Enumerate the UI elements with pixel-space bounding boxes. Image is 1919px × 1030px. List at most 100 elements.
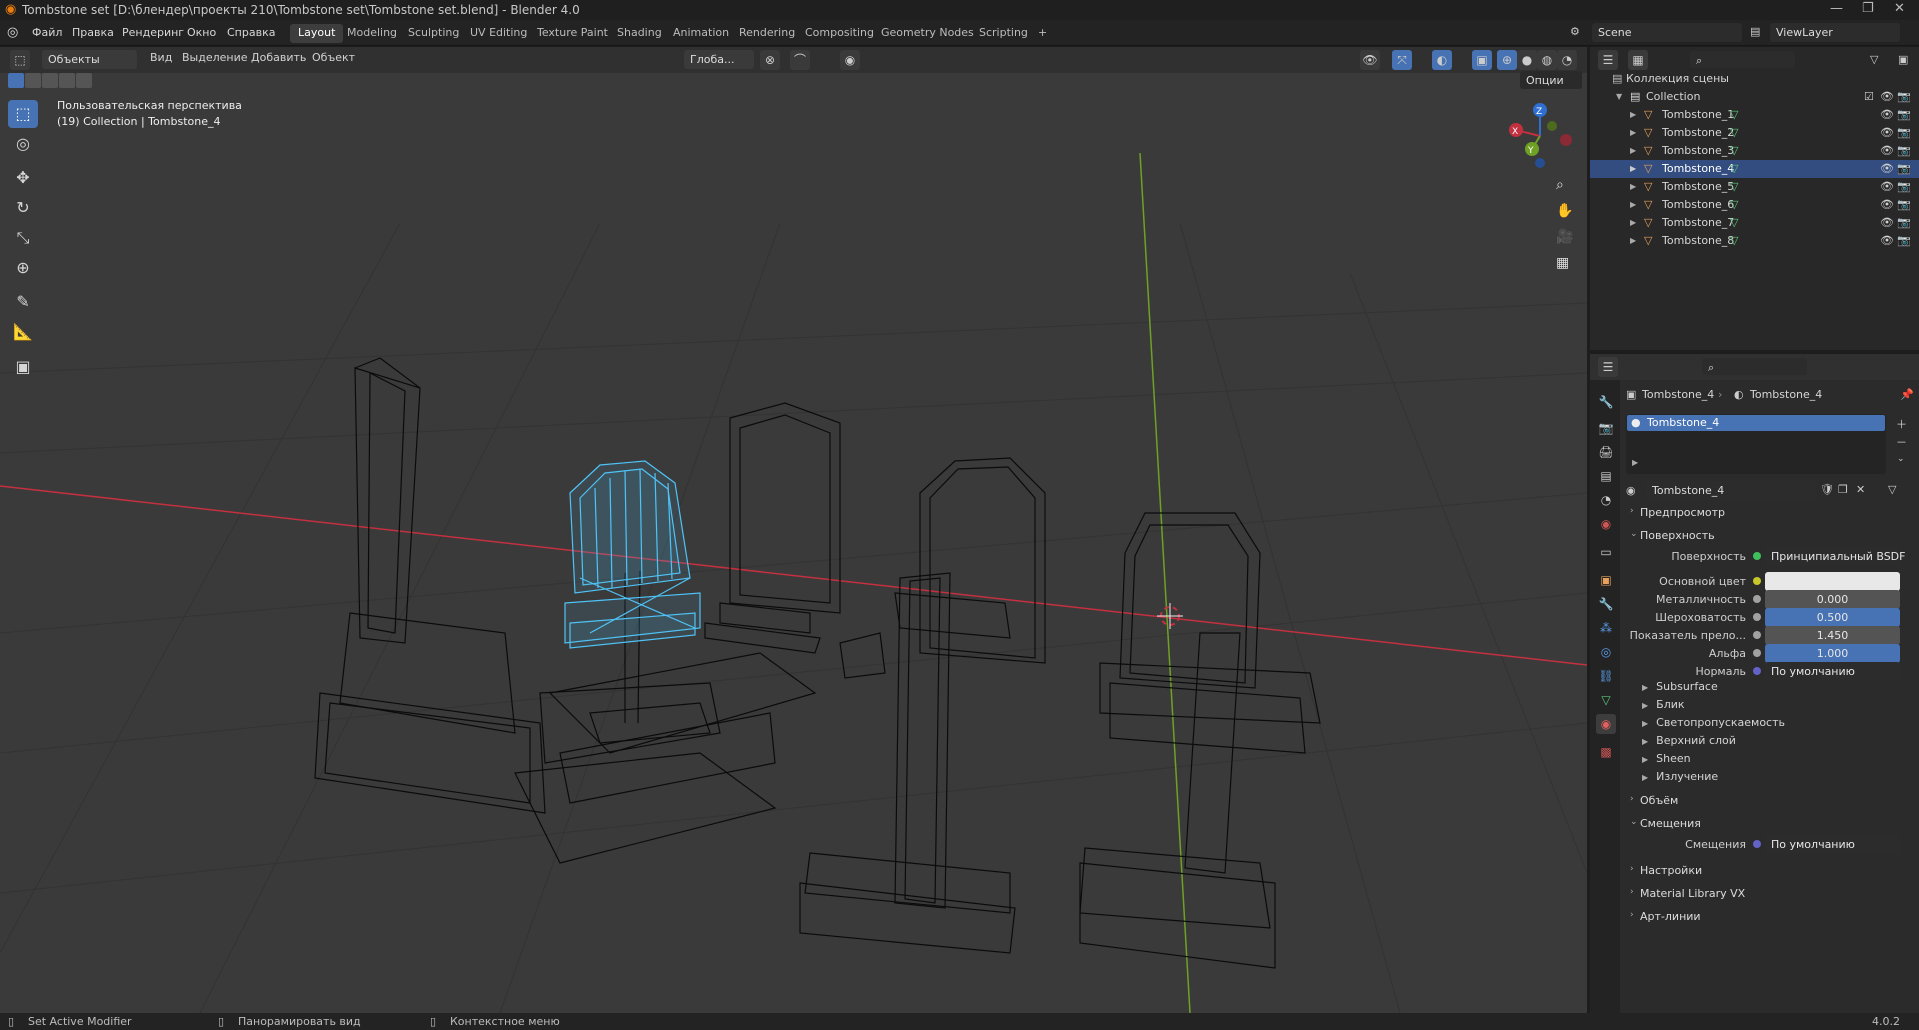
eye-icon[interactable]: 👁 — [1880, 216, 1894, 229]
zoom-icon[interactable]: ⌕ — [1556, 177, 1564, 193]
wireframe-shading-icon[interactable]: ⊕ — [1497, 50, 1517, 70]
selected-tombstone-4[interactable] — [564, 460, 701, 649]
material-browse-icon[interactable]: ◉ — [1626, 484, 1636, 497]
tab-rendering[interactable]: Rendering — [731, 24, 803, 43]
panel-displacement[interactable]: ⌄ Смещения — [1624, 813, 1910, 835]
tab-scripting[interactable]: Scripting — [971, 24, 1036, 43]
expand-chevron-icon[interactable]: ▶ — [1630, 182, 1636, 191]
visibility-icon[interactable]: 👁 — [1360, 50, 1380, 70]
outliner-display-mode-icon[interactable]: ▦ — [1628, 50, 1648, 70]
transform-tool-icon[interactable]: ⊕ — [8, 254, 38, 282]
tab-compositing[interactable]: Compositing — [797, 24, 882, 43]
add-cube-tool-icon[interactable]: ▣ — [8, 353, 38, 381]
proportional-edit-icon[interactable]: ◉ — [840, 50, 860, 70]
annotate-tool-icon[interactable]: ✎ — [8, 288, 38, 316]
menu-view[interactable]: Вид — [150, 51, 172, 69]
outliner-item-tombstone-4[interactable]: ▶ ▽ Tombstone_4 ▽ 👁 📷 — [1590, 160, 1919, 178]
metallic-slider[interactable]: 0.000 — [1765, 590, 1900, 609]
camera-render-icon[interactable]: 📷 — [1897, 144, 1911, 157]
outliner-collection[interactable]: ▼ ▤ Collection ☑ 👁 📷 — [1590, 88, 1919, 106]
outliner-item-tombstone-6[interactable]: ▶ ▽ Tombstone_6 ▽ 👁 📷 — [1590, 196, 1919, 214]
options-button[interactable]: Опции — [1520, 71, 1582, 89]
texture-tab-icon[interactable]: ▩ — [1596, 742, 1616, 762]
subpanel-specular[interactable]: ▶ Блик — [1642, 698, 1685, 716]
tab-geometry-nodes[interactable]: Geometry Nodes — [873, 24, 982, 43]
eye-icon[interactable]: 👁 — [1880, 90, 1894, 103]
menu-window[interactable]: Окно — [187, 26, 216, 39]
mode-selector[interactable]: Объекты — [42, 50, 137, 69]
camera-render-icon[interactable]: 📷 — [1897, 108, 1911, 121]
tab-sculpting[interactable]: Sculpting — [400, 24, 467, 43]
gizmo-toggle-icon[interactable]: ⤧ — [1392, 50, 1412, 70]
subpanel-coat[interactable]: ▶ Верхний слой — [1642, 734, 1736, 752]
xray-toggle-icon[interactable]: ▣ — [1472, 50, 1492, 70]
expand-chevron-icon[interactable]: ▶ — [1630, 110, 1636, 119]
expand-chevron-icon[interactable]: ▶ — [1630, 128, 1636, 137]
outliner-item-tombstone-3[interactable]: ▶ ▽ Tombstone_3 ▽ 👁 📷 — [1590, 142, 1919, 160]
modifier-tab-icon[interactable]: 🔧 — [1596, 594, 1616, 614]
eye-icon[interactable]: 👁 — [1880, 198, 1894, 211]
scale-tool-icon[interactable]: ⤡ — [8, 224, 38, 252]
menu-select[interactable]: Выделение — [182, 51, 248, 69]
3d-viewport[interactable]: Z X Y Пользовательская перспектива (19) … — [0, 73, 1587, 1013]
move-tool-icon[interactable]: ✥ — [8, 164, 38, 192]
navigation-gizmo[interactable]: Z X Y — [1509, 103, 1572, 168]
tab-layout[interactable]: Layout — [290, 24, 344, 43]
subpanel-transmission[interactable]: ▶ Светопропускаемость — [1642, 716, 1785, 734]
add-slot-icon[interactable]: ＋ — [1896, 416, 1907, 432]
pivot-icon[interactable]: ⊗ — [760, 50, 780, 70]
slot-menu-icon[interactable]: ⌄ — [1897, 454, 1905, 464]
transform-orientation-selector[interactable]: Глоба... — [684, 50, 754, 69]
rotate-tool-icon[interactable]: ↻ — [8, 194, 38, 222]
duplicate-material-icon[interactable]: ❐ — [1838, 483, 1848, 496]
outliner-item-tombstone-5[interactable]: ▶ ▽ Tombstone_5 ▽ 👁 📷 — [1590, 178, 1919, 196]
data-tab-icon[interactable]: ▽ — [1596, 690, 1616, 710]
subpanel-subsurface[interactable]: ▶ Subsurface — [1642, 680, 1718, 698]
material-name-field[interactable]: Tombstone_4 — [1646, 481, 1816, 500]
camera-render-icon[interactable]: 📷 — [1897, 162, 1911, 175]
collapse-chevron-icon[interactable]: ▼ — [1616, 92, 1622, 101]
select-invert-icon[interactable] — [59, 73, 75, 88]
close-icon[interactable]: ✕ — [1894, 1, 1905, 16]
solid-shading-icon[interactable]: ● — [1517, 50, 1537, 70]
physics-tab-icon[interactable]: ◎ — [1596, 642, 1616, 662]
editor-type-icon[interactable]: ⬚ — [10, 50, 30, 70]
measure-tool-icon[interactable]: 📐 — [8, 318, 38, 346]
base-color-swatch[interactable] — [1765, 572, 1900, 591]
panel-volume[interactable]: › Объём — [1624, 790, 1910, 812]
tab-animation[interactable]: Animation — [665, 24, 737, 43]
expand-chevron-icon[interactable]: ▶ — [1630, 200, 1636, 209]
expand-chevron-icon[interactable]: ▶ — [1630, 164, 1636, 173]
menu-help[interactable]: Справка — [227, 26, 275, 39]
camera-render-icon[interactable]: 📷 — [1897, 180, 1911, 193]
camera-render-icon[interactable]: 📷 — [1897, 198, 1911, 211]
expand-chevron-icon[interactable]: ▶ — [1630, 236, 1636, 245]
snap-icon[interactable]: ⌒ — [790, 50, 810, 70]
panel-lineart[interactable]: › Арт-линии — [1624, 906, 1910, 928]
menu-render[interactable]: Рендеринг — [122, 26, 184, 39]
eye-icon[interactable]: 👁 — [1880, 144, 1894, 157]
surface-shader-selector[interactable]: Принципиальный BSDF — [1765, 547, 1905, 566]
3d-cursor[interactable] — [1157, 603, 1183, 629]
tab-shading[interactable]: Shading — [609, 24, 670, 43]
material-shading-icon[interactable]: ◍ — [1537, 50, 1557, 70]
outliner-item-tombstone-8[interactable]: ▶ ▽ Tombstone_8 ▽ 👁 📷 — [1590, 232, 1919, 250]
outliner-item-tombstone-2[interactable]: ▶ ▽ Tombstone_2 ▽ 👁 📷 — [1590, 124, 1919, 142]
camera-icon[interactable]: 🎥 — [1556, 229, 1573, 245]
pan-hand-icon[interactable]: ✋ — [1556, 203, 1573, 219]
panel-surface[interactable]: ⌄ Поверхность — [1624, 525, 1910, 547]
material-slot-item[interactable]: ● Tombstone_4 — [1627, 415, 1885, 431]
scene-selector[interactable]: Scene — [1592, 23, 1742, 42]
subpanel-sheen[interactable]: ▶ Sheen — [1642, 752, 1691, 770]
eye-icon[interactable]: 👁 — [1880, 234, 1894, 247]
viewlayer-selector[interactable]: ViewLayer — [1770, 23, 1900, 42]
expand-chevron-icon[interactable]: ▶ — [1630, 218, 1636, 227]
collection-tab-icon[interactable]: ▭ — [1596, 542, 1616, 562]
pin-icon[interactable]: 📌 — [1900, 388, 1914, 401]
roughness-slider[interactable]: 0.500 — [1765, 608, 1900, 627]
menu-object[interactable]: Объект — [312, 51, 355, 69]
world-tab-icon[interactable]: ◉ — [1596, 514, 1616, 534]
fake-user-icon[interactable]: 🛡 — [1820, 483, 1834, 496]
cursor-tool-icon[interactable]: ◎ — [8, 130, 38, 158]
render-tab-icon[interactable]: 📷 — [1596, 418, 1616, 438]
